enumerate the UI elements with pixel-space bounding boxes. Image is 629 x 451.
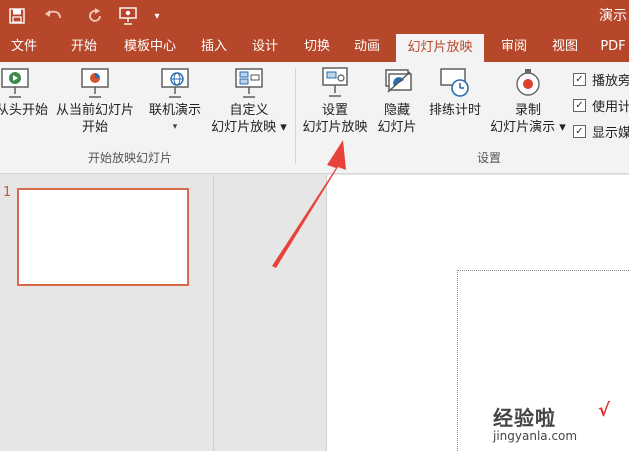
tab-review[interactable]: 审阅 bbox=[493, 32, 535, 62]
title-bar: ▾ 演示 bbox=[0, 0, 629, 32]
checkbox-play-narrations[interactable]: ✓ 播放旁 bbox=[573, 70, 629, 89]
ribbon-tabs: 文件 开始 模板中心 插入 设计 切换 动画 幻灯片放映 审阅 视图 PDF bbox=[0, 32, 629, 62]
custom-slide-show-button[interactable]: 自定义 幻灯片放映 ▾ bbox=[206, 66, 292, 136]
present-online-icon bbox=[158, 66, 192, 100]
tab-pdf[interactable]: PDF bbox=[595, 32, 629, 62]
redo-icon[interactable] bbox=[84, 5, 106, 27]
checkmark-icon: ✓ bbox=[573, 125, 586, 138]
checkbox-use-timings[interactable]: ✓ 使用计 bbox=[573, 96, 629, 115]
tab-template-center[interactable]: 模板中心 bbox=[114, 32, 186, 62]
window-title: 演示 bbox=[599, 8, 627, 24]
from-beginning-button[interactable]: 从头开始 bbox=[0, 66, 48, 119]
slide-thumbnail[interactable] bbox=[17, 188, 189, 286]
present-online-button[interactable]: 联机演示 ▾ bbox=[142, 66, 208, 136]
group-label-start-slideshow: 开始放映幻灯片 bbox=[88, 151, 173, 165]
tab-view[interactable]: 视图 bbox=[544, 32, 586, 62]
editor-background bbox=[215, 175, 326, 451]
rehearse-timings-icon bbox=[438, 66, 472, 100]
tab-insert[interactable]: 插入 bbox=[192, 32, 236, 62]
watermark: 经验啦 jingyanla.com bbox=[493, 406, 578, 443]
setup-slide-show-button[interactable]: 设置 幻灯片放映 bbox=[296, 66, 374, 136]
tab-home[interactable]: 开始 bbox=[60, 32, 108, 62]
hide-slide-icon bbox=[380, 66, 414, 100]
from-current-slide-button[interactable]: 从当前幻灯片 开始 bbox=[50, 66, 140, 136]
undo-icon[interactable] bbox=[40, 5, 66, 27]
record-icon bbox=[511, 66, 545, 100]
custom-slide-show-icon bbox=[232, 66, 266, 100]
from-current-slide-icon bbox=[78, 66, 112, 100]
rehearse-timings-button[interactable]: 排练计时 bbox=[424, 66, 486, 119]
checkmark-icon: ✓ bbox=[573, 73, 586, 86]
tab-transitions[interactable]: 切换 bbox=[295, 32, 339, 62]
from-beginning-icon bbox=[0, 66, 32, 100]
checkmark-icon: ✓ bbox=[573, 99, 586, 112]
tab-slide-show[interactable]: 幻灯片放映 bbox=[396, 34, 484, 62]
checkbox-show-media-controls[interactable]: ✓ 显示媒 bbox=[573, 122, 629, 141]
setup-slide-show-icon bbox=[318, 66, 352, 100]
presenter-icon[interactable] bbox=[116, 5, 140, 27]
record-slide-show-button[interactable]: 录制 幻灯片演示 ▾ bbox=[484, 66, 572, 136]
group-label-setup: 设置 bbox=[477, 151, 502, 165]
customize-quick-access-icon[interactable]: ▾ bbox=[150, 5, 164, 27]
tab-file[interactable]: 文件 bbox=[0, 32, 48, 62]
tab-animations[interactable]: 动画 bbox=[345, 32, 389, 62]
slide-number: 1 bbox=[3, 185, 12, 200]
save-icon[interactable] bbox=[6, 5, 28, 27]
tab-design[interactable]: 设计 bbox=[243, 32, 287, 62]
hide-slide-button[interactable]: 隐藏 幻灯片 bbox=[372, 66, 422, 136]
ribbon-panel: 从头开始 从当前幻灯片 开始 联机演示 ▾ 自定义 幻灯片放映 ▾ 开始放映幻灯… bbox=[0, 62, 629, 174]
powerpoint-window: ▾ 演示 文件 开始 模板中心 插入 设计 切换 动画 幻灯片放映 审阅 视图 … bbox=[0, 0, 629, 451]
watermark-check-icon: √ bbox=[598, 400, 611, 421]
